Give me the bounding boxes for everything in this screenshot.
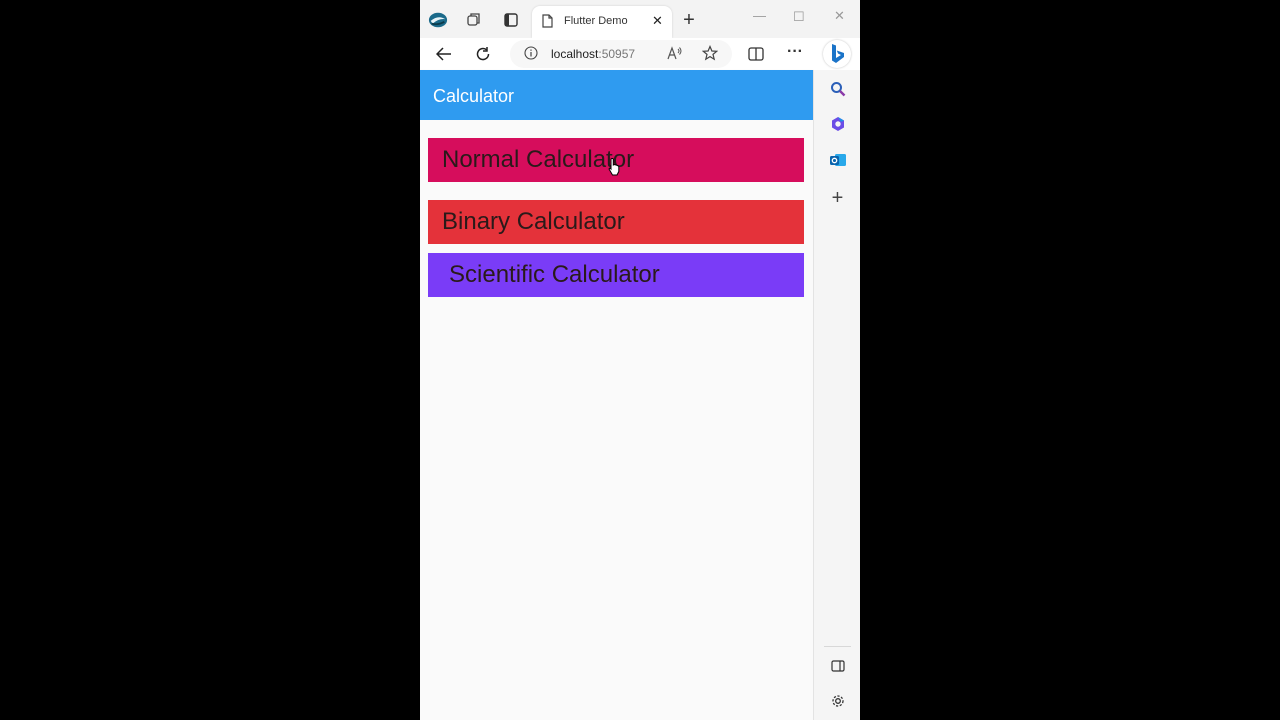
browser-logo-icon[interactable] (428, 10, 448, 30)
sidebar-toggle-icon[interactable] (814, 660, 860, 672)
page-icon (542, 14, 553, 33)
app-bar-title: Calculator (433, 86, 515, 106)
app-bar: Calculator (420, 70, 813, 120)
info-icon[interactable] (524, 46, 538, 65)
scientific-calculator-button[interactable]: Scientific Calculator (428, 253, 804, 297)
split-screen-icon[interactable] (747, 45, 765, 63)
binary-calculator-button[interactable]: Binary Calculator (428, 200, 804, 244)
url-host: localhost (551, 47, 599, 61)
favorite-star-icon[interactable] (702, 45, 718, 61)
maximize-button[interactable]: ☐ (793, 9, 805, 25)
outlook-icon[interactable] (814, 152, 860, 168)
window-close-button[interactable]: ✕ (834, 8, 845, 24)
tab-actions-icon[interactable] (501, 10, 521, 30)
title-bar: Flutter Demo ✕ + — ☐ ✕ (420, 0, 860, 38)
search-icon[interactable] (814, 81, 860, 97)
new-tab-button[interactable]: + (679, 9, 699, 31)
normal-calculator-label: Normal Calculator (442, 146, 635, 173)
sidebar-divider (824, 646, 851, 647)
mouse-cursor-icon (608, 158, 620, 181)
edge-sidebar: + (813, 70, 860, 720)
refresh-icon[interactable] (473, 44, 493, 64)
binary-calculator-label: Binary Calculator (442, 208, 625, 235)
minimize-button[interactable]: — (753, 8, 766, 23)
more-icon[interactable]: ··· (784, 42, 806, 62)
office-icon[interactable] (814, 116, 860, 132)
url-text: localhost:50957 (551, 47, 635, 61)
add-icon[interactable]: + (814, 187, 860, 210)
address-bar[interactable]: localhost:50957 (510, 40, 732, 68)
back-icon[interactable] (434, 44, 454, 64)
read-aloud-icon[interactable] (667, 46, 683, 60)
browser-toolbar: localhost:50957 ··· (420, 38, 860, 70)
tab-close-icon[interactable]: ✕ (652, 13, 663, 29)
url-port: :50957 (598, 47, 636, 61)
bing-icon[interactable] (823, 40, 851, 68)
browser-window: Flutter Demo ✕ + — ☐ ✕ localhost:50957 ·… (420, 0, 860, 720)
collections-icon[interactable] (464, 10, 484, 30)
settings-icon[interactable] (814, 693, 860, 709)
scientific-calculator-label: Scientific Calculator (449, 261, 660, 288)
tab-title: Flutter Demo (564, 15, 628, 27)
page-content: Normal Calculator Binary Calculator Scie… (420, 120, 813, 720)
browser-tab[interactable]: Flutter Demo ✕ (532, 6, 672, 38)
